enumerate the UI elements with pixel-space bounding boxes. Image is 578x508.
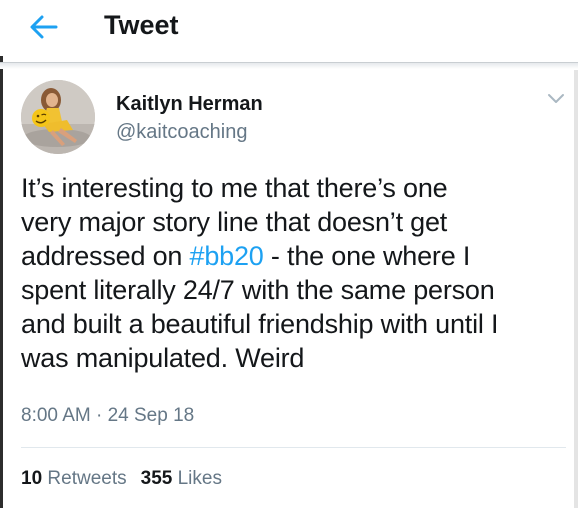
tweet-text-segment: addressed on xyxy=(21,241,190,271)
arrow-left-icon xyxy=(30,15,58,39)
likes-count: 355 xyxy=(140,468,173,489)
tweet-line: was manipulated. Weird xyxy=(21,341,561,375)
back-button[interactable] xyxy=(26,10,60,44)
tweet-text-segment: was manipulated. Weird xyxy=(21,343,305,373)
avatar[interactable] xyxy=(21,80,95,154)
tweet-line: spent literally 24/7 with the same perso… xyxy=(21,273,561,307)
tweet-line: addressed on #bb20 - the one where I xyxy=(21,239,561,273)
author-handle[interactable]: @kaitcoaching xyxy=(116,120,247,144)
app-header: Tweet xyxy=(0,0,578,56)
tweet-text-segment: very major story line that doesn’t get xyxy=(21,207,448,237)
scrollbar-track[interactable] xyxy=(574,70,578,508)
tweet-text-segment: - the one where I xyxy=(263,241,471,271)
tweet-menu-button[interactable] xyxy=(547,92,565,106)
tweet-stats: 10 Retweets 355 Likes xyxy=(21,467,236,491)
header-shadow xyxy=(0,63,578,69)
chevron-down-icon xyxy=(548,94,564,103)
tweet-line: It’s interesting to me that there’s one xyxy=(21,171,561,205)
tweet-text: It’s interesting to me that there’s one … xyxy=(21,171,561,375)
tweet-line: very major story line that doesn’t get xyxy=(21,205,561,239)
stats-divider xyxy=(21,447,566,448)
tweet-timestamp[interactable]: 8:00 AM · 24 Sep 18 xyxy=(21,404,194,428)
retweets-label: Retweets xyxy=(47,468,127,489)
likes-label: Likes xyxy=(177,468,222,489)
author-name[interactable]: Kaitlyn Herman xyxy=(116,92,263,116)
tweet-text-segment: It’s interesting to me that there’s one xyxy=(21,173,448,203)
tweet-text-segment: and built a beautiful friendship with un… xyxy=(21,309,499,339)
retweets-stat[interactable]: 10 Retweets xyxy=(21,467,127,491)
page-title: Tweet xyxy=(104,10,179,40)
likes-stat[interactable]: 355 Likes xyxy=(141,467,222,491)
hashtag-link[interactable]: #bb20 xyxy=(190,241,264,271)
window-edge xyxy=(0,0,3,508)
tweet-line: and built a beautiful friendship with un… xyxy=(21,307,561,341)
tweet-text-segment: spent literally 24/7 with the same perso… xyxy=(21,275,495,305)
retweets-count: 10 xyxy=(21,468,43,489)
